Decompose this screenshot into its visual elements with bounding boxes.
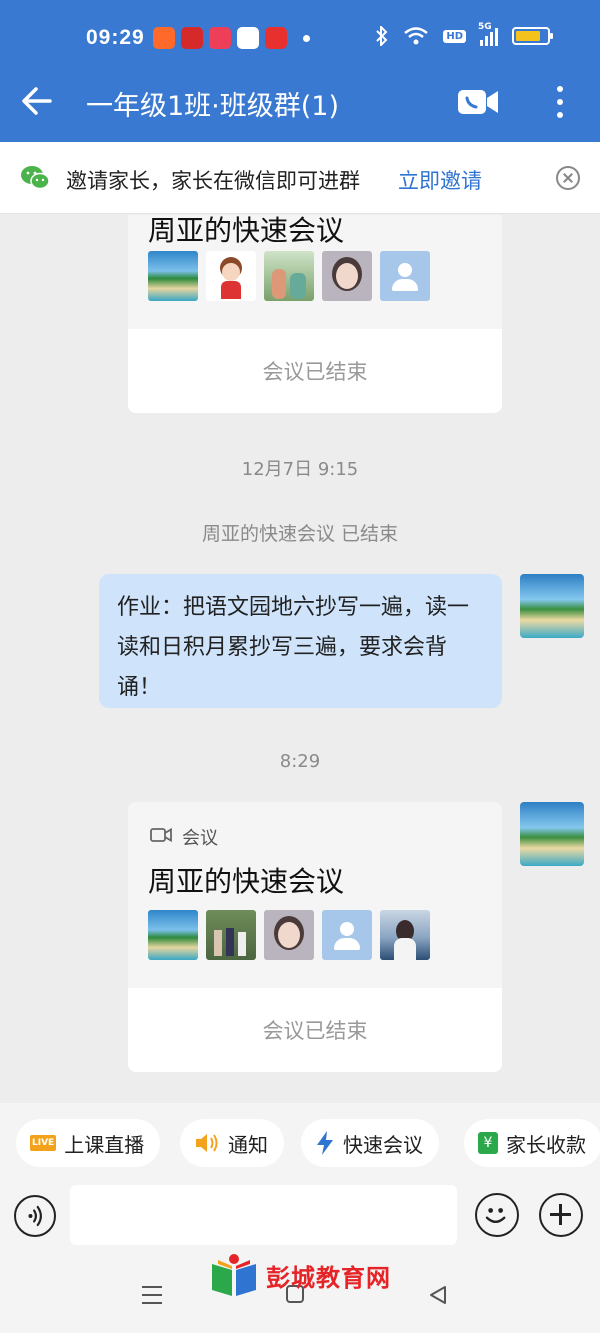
lightning-icon — [317, 1131, 333, 1155]
message-input[interactable] — [70, 1185, 457, 1245]
chip-label: 上课直播 — [64, 1132, 145, 1157]
recent-apps-button[interactable] — [142, 1286, 162, 1304]
site-watermark: 彭城教育网 — [208, 1252, 391, 1298]
app-notification-icon — [181, 27, 203, 49]
quick-meeting-button[interactable]: 快速会议 — [301, 1119, 439, 1167]
meeting-card[interactable]: 会议 周亚的快速会议 会议已结束 — [128, 802, 502, 1072]
meeting-title: 周亚的快速会议 — [148, 215, 345, 247]
signal-icon: 5G — [478, 22, 498, 46]
video-call-icon[interactable] — [456, 87, 500, 117]
meeting-status: 会议已结束 — [262, 360, 368, 384]
avatar — [148, 251, 198, 301]
avatar — [322, 251, 372, 301]
participant-avatars — [148, 910, 430, 960]
participant-avatars — [148, 251, 430, 301]
parent-payment-button[interactable]: ¥ 家长收款 — [464, 1119, 600, 1167]
default-avatar — [322, 910, 372, 960]
timestamp: 8:29 — [279, 751, 321, 772]
live-class-button[interactable]: LIVE 上课直播 — [16, 1119, 161, 1167]
meeting-card[interactable]: 周亚的快速会议 会议已结束 — [128, 215, 502, 413]
voice-input-icon[interactable] — [14, 1195, 56, 1237]
invite-text: 邀请家长，家长在微信即可进群 — [66, 169, 360, 193]
nav-back-icon[interactable] — [428, 1285, 448, 1305]
message-bubble[interactable]: 作业：把语文园地六抄写一遍，读一读和日积月累抄写三遍，要求会背诵！ — [99, 574, 502, 708]
quick-actions-bar: LIVE 上课直播 通知 快速会议 ¥ 家长收款 — [0, 1103, 600, 1183]
meeting-status: 会议已结束 — [262, 1019, 368, 1043]
avatar — [380, 910, 430, 960]
avatar — [206, 251, 256, 301]
more-menu-button[interactable] — [548, 84, 572, 120]
avatar — [206, 910, 256, 960]
video-camera-icon — [150, 827, 172, 843]
speaker-icon — [196, 1134, 218, 1152]
page-title: 一年级1班·班级群(1) — [86, 91, 340, 122]
battery-icon — [512, 27, 553, 45]
wechat-icon — [21, 166, 50, 190]
book-logo-icon — [212, 1254, 256, 1296]
hd-badge: HD — [443, 29, 466, 43]
network-label: 5G — [478, 22, 492, 32]
live-icon: LIVE — [30, 1135, 57, 1151]
notification-icons — [153, 27, 310, 49]
avatar[interactable] — [520, 802, 584, 866]
bluetooth-icon — [376, 26, 388, 46]
input-bar — [0, 1183, 600, 1261]
news-app-icon — [265, 27, 287, 49]
wifi-icon — [404, 27, 429, 45]
more-notifications-dot — [303, 34, 310, 42]
watermark-text: 彭城教育网 — [266, 1262, 391, 1292]
avatar[interactable] — [520, 574, 584, 638]
video-app-icon — [209, 27, 231, 49]
meeting-title: 周亚的快速会议 — [148, 865, 345, 898]
avatar — [148, 910, 198, 960]
app-notification-icon — [153, 27, 175, 49]
chat-area[interactable]: 周亚的快速会议 会议已结束 12月7日 9:15 周亚的快速会议 已结束 作业：… — [0, 215, 600, 1103]
avatar — [264, 251, 314, 301]
status-bar: 09:29 HD 5G — [0, 0, 600, 70]
default-avatar — [380, 251, 430, 301]
status-right: HD 5G — [375, 22, 553, 46]
close-banner-icon[interactable] — [556, 166, 580, 190]
add-more-button[interactable] — [539, 1193, 583, 1237]
invite-banner: 邀请家长，家长在微信即可进群 立即邀请 — [0, 142, 600, 214]
system-message: 周亚的快速会议 已结束 — [201, 523, 399, 545]
yuan-icon: ¥ — [478, 1132, 498, 1154]
chip-label: 家长收款 — [506, 1132, 586, 1157]
timestamp: 12月7日 9:15 — [241, 459, 359, 480]
wallet-app-icon — [237, 27, 259, 49]
notice-button[interactable]: 通知 — [180, 1119, 284, 1167]
app-header: 09:29 HD 5G 一年级1班·班级群(1) — [0, 0, 600, 142]
emoji-icon[interactable] — [475, 1193, 519, 1237]
status-time: 09:29 — [86, 26, 145, 49]
invite-now-link[interactable]: 立即邀请 — [398, 165, 482, 195]
chip-label: 快速会议 — [343, 1132, 423, 1157]
chip-label: 通知 — [228, 1132, 268, 1157]
avatar — [264, 910, 314, 960]
meeting-label: 会议 — [182, 828, 218, 849]
back-arrow-icon[interactable] — [20, 84, 54, 118]
